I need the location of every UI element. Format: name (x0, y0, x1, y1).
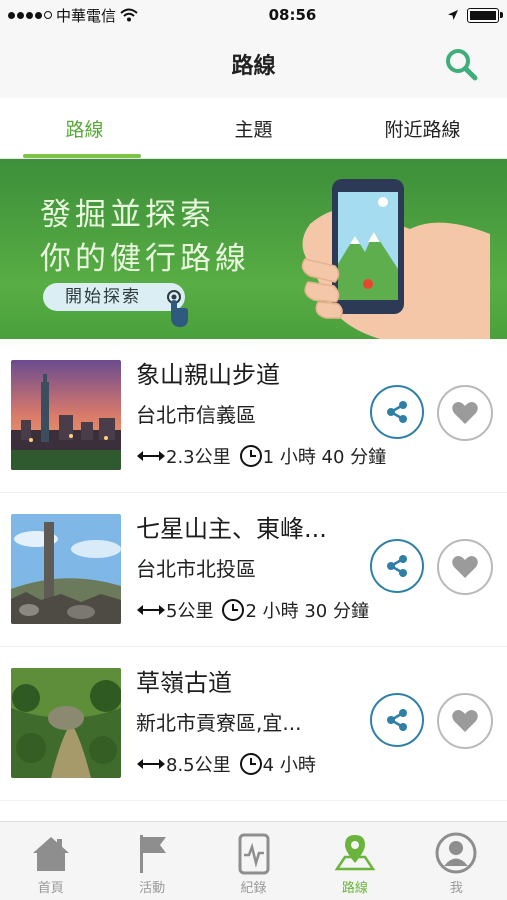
tab-routes[interactable]: 路線 (0, 98, 169, 158)
tabbar-label: 路線 (341, 881, 368, 896)
search-icon[interactable] (443, 46, 479, 82)
banner-headline-2: 你的健行路線 (40, 241, 250, 277)
tabbar-label: 活動 (139, 881, 166, 896)
map-pin-icon (334, 835, 376, 871)
bottom-tab-bar: 首頁 活動 紀錄 路線 我 (0, 821, 507, 900)
route-thumbnail (11, 514, 121, 624)
route-thumbnail (11, 360, 121, 470)
flag-icon (140, 835, 167, 873)
share-icon (387, 555, 407, 577)
tabbar-item-routes[interactable]: 路線 (304, 822, 405, 900)
route-name: 草嶺古道 (136, 669, 232, 697)
route-list-item[interactable]: 七星山主、東峰... 台北市北投區 5公里 2 小時 30 分鐘 (0, 493, 507, 647)
route-thumbnail (11, 668, 121, 778)
tab-nearby-routes[interactable]: 附近路線 (338, 98, 507, 158)
heart-icon (452, 556, 478, 578)
favorite-button[interactable] (437, 539, 493, 595)
share-button[interactable] (370, 693, 424, 747)
route-duration: 2 小時 30 分鐘 (245, 601, 369, 622)
route-location: 新北市貢寮區,宜... (136, 711, 302, 735)
distance-arrow-icon (137, 759, 165, 769)
tabbar-label: 紀錄 (240, 881, 267, 896)
route-distance: 8.5公里 (166, 755, 231, 776)
route-duration: 1 小時 40 分鐘 (262, 447, 387, 468)
favorite-button[interactable] (437, 385, 493, 441)
record-icon (238, 833, 270, 875)
route-distance: 2.3公里 (166, 447, 231, 468)
navigation-bar: 路線 (0, 30, 507, 98)
tab-themes[interactable]: 主題 (169, 98, 338, 158)
battery-icon (466, 7, 503, 23)
share-icon (387, 401, 407, 423)
share-icon (387, 709, 407, 731)
tabbar-item-me[interactable]: 我 (406, 822, 507, 900)
tabbar-item-home[interactable]: 首頁 (0, 822, 101, 900)
tabbar-label: 首頁 (37, 881, 64, 896)
clock-icon (239, 753, 262, 775)
clock-icon (222, 599, 245, 621)
route-meta: 8.5公里 4 小時 (136, 751, 316, 777)
route-location: 台北市北投區 (136, 557, 256, 581)
heart-icon (452, 710, 478, 732)
share-button[interactable] (370, 539, 424, 593)
route-location: 台北市信義區 (136, 403, 256, 427)
route-list: 象山親山步道 台北市信義區 2.3公里 1 小時 40 分鐘 七星山主、東峰..… (0, 339, 507, 801)
favorite-button[interactable] (437, 693, 493, 749)
route-name: 象山親山步道 (136, 361, 280, 389)
tabbar-item-activities[interactable]: 活動 (101, 822, 202, 900)
route-duration: 4 小時 (262, 755, 316, 776)
wifi-icon (120, 8, 138, 22)
home-icon (32, 837, 69, 871)
route-meta: 2.3公里 1 小時 40 分鐘 (136, 443, 386, 469)
location-arrow-icon (447, 10, 458, 20)
route-name: 七星山主、東峰... (136, 515, 327, 543)
route-list-item[interactable]: 象山親山步道 台北市信義區 2.3公里 1 小時 40 分鐘 (0, 339, 507, 493)
banner-headline-1: 發掘並探索 (40, 197, 215, 233)
route-meta: 5公里 2 小時 30 分鐘 (136, 597, 369, 623)
status-bar: 中華電信 08:56 (0, 0, 507, 30)
route-distance: 5公里 (166, 601, 214, 622)
time-label: 08:56 (268, 6, 317, 24)
explore-banner[interactable]: 發掘並探索 你的健行路線 開始探索 (0, 159, 507, 339)
tabbar-label: 我 (449, 881, 463, 896)
heart-icon (452, 402, 478, 424)
carrier-label: 中華電信 (56, 6, 117, 25)
page-title: 路線 (231, 54, 276, 79)
profile-icon (435, 832, 477, 874)
phone-illustration (301, 179, 490, 339)
route-list-item[interactable]: 草嶺古道 新北市貢寮區,宜... 8.5公里 4 小時 (0, 647, 507, 801)
distance-arrow-icon (137, 451, 165, 461)
signal-icon (8, 11, 52, 19)
share-button[interactable] (370, 385, 424, 439)
segment-tabs: 路線 主題 附近路線 (0, 98, 507, 159)
distance-arrow-icon (137, 605, 165, 615)
clock-icon (239, 445, 262, 467)
tabbar-item-records[interactable]: 紀錄 (203, 822, 304, 900)
tap-hand-icon (167, 290, 188, 327)
